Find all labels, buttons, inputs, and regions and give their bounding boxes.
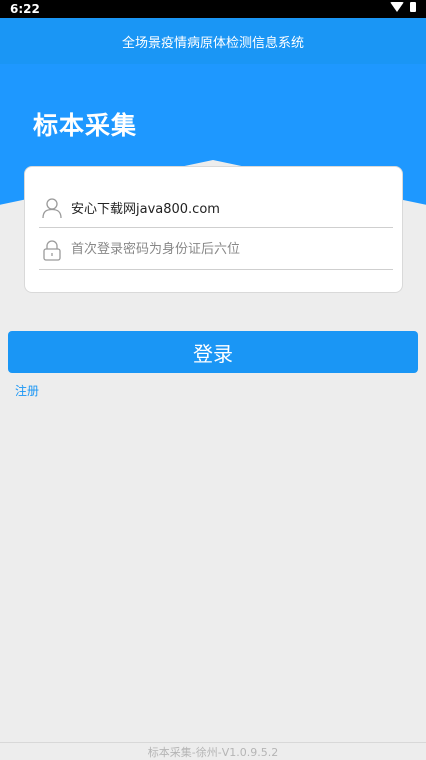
username-row [39, 187, 393, 228]
login-button[interactable]: 登录 [8, 331, 418, 373]
status-bar: 6:22 [0, 0, 426, 18]
user-icon [42, 198, 62, 219]
app-bar: 全场景疫情病原体检测信息系统 [0, 18, 426, 64]
password-row [39, 229, 393, 270]
lock-icon [43, 240, 61, 261]
footer-divider [0, 742, 426, 743]
footer-version: 标本采集-徐州-V1.0.9.5.2 [147, 746, 279, 759]
battery-icon [410, 2, 416, 12]
page-title: 标本采集 [33, 111, 138, 140]
username-input[interactable] [69, 195, 393, 219]
app-title: 全场景疫情病原体检测信息系统 [121, 35, 304, 51]
status-icons [390, 2, 416, 12]
login-card [24, 166, 403, 293]
password-input[interactable] [69, 237, 393, 261]
status-time: 6:22 [10, 2, 40, 16]
register-link[interactable]: 注册 [15, 382, 39, 399]
wifi-icon [390, 2, 404, 12]
